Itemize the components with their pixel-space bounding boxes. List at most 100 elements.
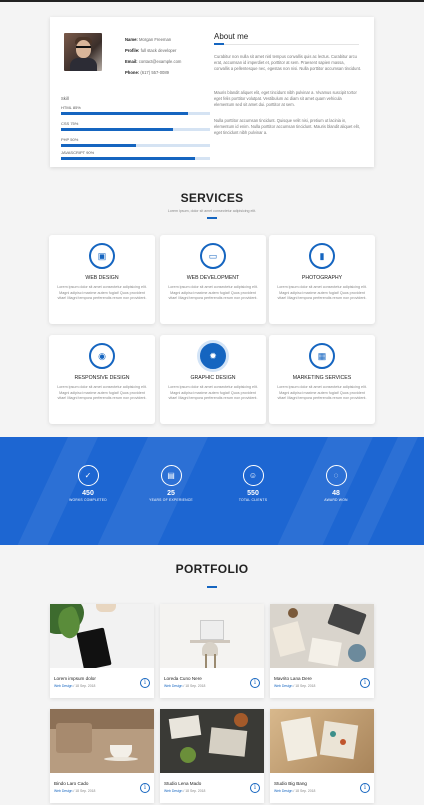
portfolio-category[interactable]: Web Design <box>274 684 292 688</box>
portfolio-image[interactable] <box>270 709 374 773</box>
service-card-marketing-services[interactable]: ▦ MARKETING SERVICES Lorem ipsum dolor s… <box>269 335 375 424</box>
about-paragraph: Mauris blandit aliquet elit, eget tincid… <box>214 90 357 107</box>
portfolio-date: 18 Sep. 2018 <box>75 684 96 688</box>
sun-icon: ✹ <box>200 343 226 369</box>
profile-role: full stack developer <box>140 48 177 53</box>
portfolio-date: 18 Sep. 2018 <box>75 789 96 793</box>
info-icon[interactable]: i <box>140 783 150 793</box>
phone-label: Phone: <box>125 70 140 75</box>
binoculars-icon: ◉ <box>89 343 115 369</box>
service-card-photography[interactable]: ▮ PHOTOGRAPHY Lorem ipsum dolor sit amet… <box>269 235 375 324</box>
portfolio-category[interactable]: Web Design <box>164 789 182 793</box>
services-divider <box>207 217 217 219</box>
profile-card: Name: Morgan Freeman Profile: full stack… <box>50 17 374 167</box>
portfolio-title: PORTFOLIO <box>175 562 249 576</box>
portfolio-item-meta: Web Design / 18 Sep. 2018 <box>164 684 206 688</box>
profile-phone: (617) 557-0089 <box>140 70 170 75</box>
profile-name: Morgan Freeman <box>138 37 172 42</box>
info-icon[interactable]: i <box>140 678 150 688</box>
portfolio-item-title: Lorem impsum dolor <box>54 676 96 681</box>
portfolio-item[interactable]: Bindo Laro Cado Web Design / 18 Sep. 201… <box>50 709 154 803</box>
portfolio-image[interactable] <box>160 709 264 773</box>
name-label: Name: <box>125 37 138 42</box>
info-icon[interactable]: i <box>360 678 370 688</box>
stat-years-experience: ▤ 25 YEARS OF EXPERIENCE <box>141 465 201 502</box>
email-label: Email: <box>125 59 138 64</box>
portfolio-item-meta: Web Design / 18 Sep. 2018 <box>54 789 96 793</box>
info-icon[interactable]: i <box>250 678 260 688</box>
service-title: RESPONSIVE DESIGN <box>74 375 130 381</box>
card-icon: ▭ <box>200 243 226 269</box>
portfolio-date: 18 Sep. 2018 <box>295 684 316 688</box>
skill-fill <box>61 144 136 147</box>
portfolio-item-title: Studio Lena Mado <box>164 781 202 786</box>
info-icon[interactable]: i <box>360 783 370 793</box>
skill-label: HTML 85% <box>61 105 81 110</box>
portfolio-item[interactable]: Lorem impsum dolor Web Design / 18 Sep. … <box>50 604 154 698</box>
portfolio-category[interactable]: Web Design <box>54 789 72 793</box>
about-paragraph: Curabitur non nulla sit amet nisl tempus… <box>214 54 362 71</box>
profile-info: Name: Morgan Freeman Profile: full stack… <box>125 34 213 78</box>
portfolio-image[interactable] <box>160 604 264 668</box>
service-description: Lorem ipsum dolor sit amet consectetur a… <box>168 285 258 301</box>
portfolio-divider <box>207 586 217 588</box>
portfolio-item[interactable]: Loreda Cuno Nere Web Design / 18 Sep. 20… <box>160 604 264 698</box>
calendar-icon: ▦ <box>309 343 335 369</box>
stat-label: AWARD WON <box>324 498 348 502</box>
service-card-graphic-design[interactable]: ✹ GRAPHIC DESIGN Lorem ipsum dolor sit a… <box>160 335 266 424</box>
stat-total-clients: ☺ 550 TOTAL CLIENTS <box>223 465 283 502</box>
portfolio-category[interactable]: Web Design <box>54 684 72 688</box>
portfolio-item-title: Loreda Cuno Nere <box>164 676 202 681</box>
service-title: GRAPHIC DESIGN <box>190 375 236 381</box>
top-border <box>0 0 424 2</box>
skill-fill <box>61 128 173 131</box>
stat-number: 48 <box>332 490 340 497</box>
portfolio-item-meta: Web Design / 18 Sep. 2018 <box>274 684 316 688</box>
service-card-responsive-design[interactable]: ◉ RESPONSIVE DESIGN Lorem ipsum dolor si… <box>49 335 155 424</box>
stat-number: 450 <box>82 490 94 497</box>
portfolio-item[interactable]: Studio Big Bang Web Design / 18 Sep. 201… <box>270 709 374 803</box>
briefcase-icon: ▣ <box>89 243 115 269</box>
info-icon[interactable]: i <box>250 783 260 793</box>
portfolio-image[interactable] <box>50 709 154 773</box>
portfolio-item-title: Mavrito Lana Dere <box>274 676 312 681</box>
portfolio-item[interactable]: Studio Lena Mado Web Design / 18 Sep. 20… <box>160 709 264 803</box>
skill-track <box>61 112 210 115</box>
portfolio-item[interactable]: Mavrito Lana Dere Web Design / 18 Sep. 2… <box>270 604 374 698</box>
service-description: Lorem ipsum dolor sit amet consectetur a… <box>168 385 258 401</box>
service-description: Lorem ipsum dolor sit amet consectetur a… <box>277 285 367 301</box>
portfolio-date: 18 Sep. 2018 <box>185 789 206 793</box>
portfolio-date: 18 Sep. 2018 <box>185 684 206 688</box>
stat-label: YEARS OF EXPERIENCE <box>149 498 193 502</box>
skill-label: CSS 75% <box>61 121 79 126</box>
portfolio-item-title: Studio Big Bang <box>274 781 307 786</box>
bar-chart-icon: ▮ <box>309 243 335 269</box>
profile-email[interactable]: contact@example.com <box>139 59 182 64</box>
portfolio-date: 18 Sep. 2018 <box>295 789 316 793</box>
skill-track <box>61 144 210 147</box>
service-card-web-development[interactable]: ▭ WEB DEVELOPMENT Lorem ipsum dolor sit … <box>160 235 266 324</box>
service-title: WEB DEVELOPMENT <box>186 275 240 281</box>
lightbulb-icon: ◌ <box>325 465 347 486</box>
service-title: PHOTOGRAPHY <box>301 275 343 281</box>
portfolio-item-meta: Web Design / 18 Sep. 2018 <box>274 789 316 793</box>
portfolio-category[interactable]: Web Design <box>274 789 292 793</box>
skill-css: CSS 75% <box>61 121 210 131</box>
skill-fill <box>61 157 196 160</box>
profile-label: Profile: <box>125 48 140 53</box>
stats-band: ✓ 450 WORKS COMPLETED ▤ 25 YEARS OF EXPE… <box>0 437 424 545</box>
portfolio-image[interactable] <box>50 604 154 668</box>
services-subtitle: Lorem ipsum, dolor sit amet consectetur … <box>167 209 257 213</box>
stat-number: 550 <box>247 490 259 497</box>
stat-label: TOTAL CLIENTS <box>238 498 268 502</box>
skill-php: PHP 50% <box>61 137 210 147</box>
journal-icon: ▤ <box>160 465 182 486</box>
check-icon: ✓ <box>77 465 99 486</box>
service-card-web-design[interactable]: ▣ WEB DESIGN Lorem ipsum dolor sit amet … <box>49 235 155 324</box>
portfolio-image[interactable] <box>270 604 374 668</box>
about-title: About me <box>214 32 249 41</box>
about-paragraph: Nulla porttitor accumsan tincidunt. Quis… <box>214 118 360 135</box>
skills-title: Skill <box>61 96 69 101</box>
portfolio-category[interactable]: Web Design <box>164 684 182 688</box>
skill-html: HTML 85% <box>61 105 210 115</box>
